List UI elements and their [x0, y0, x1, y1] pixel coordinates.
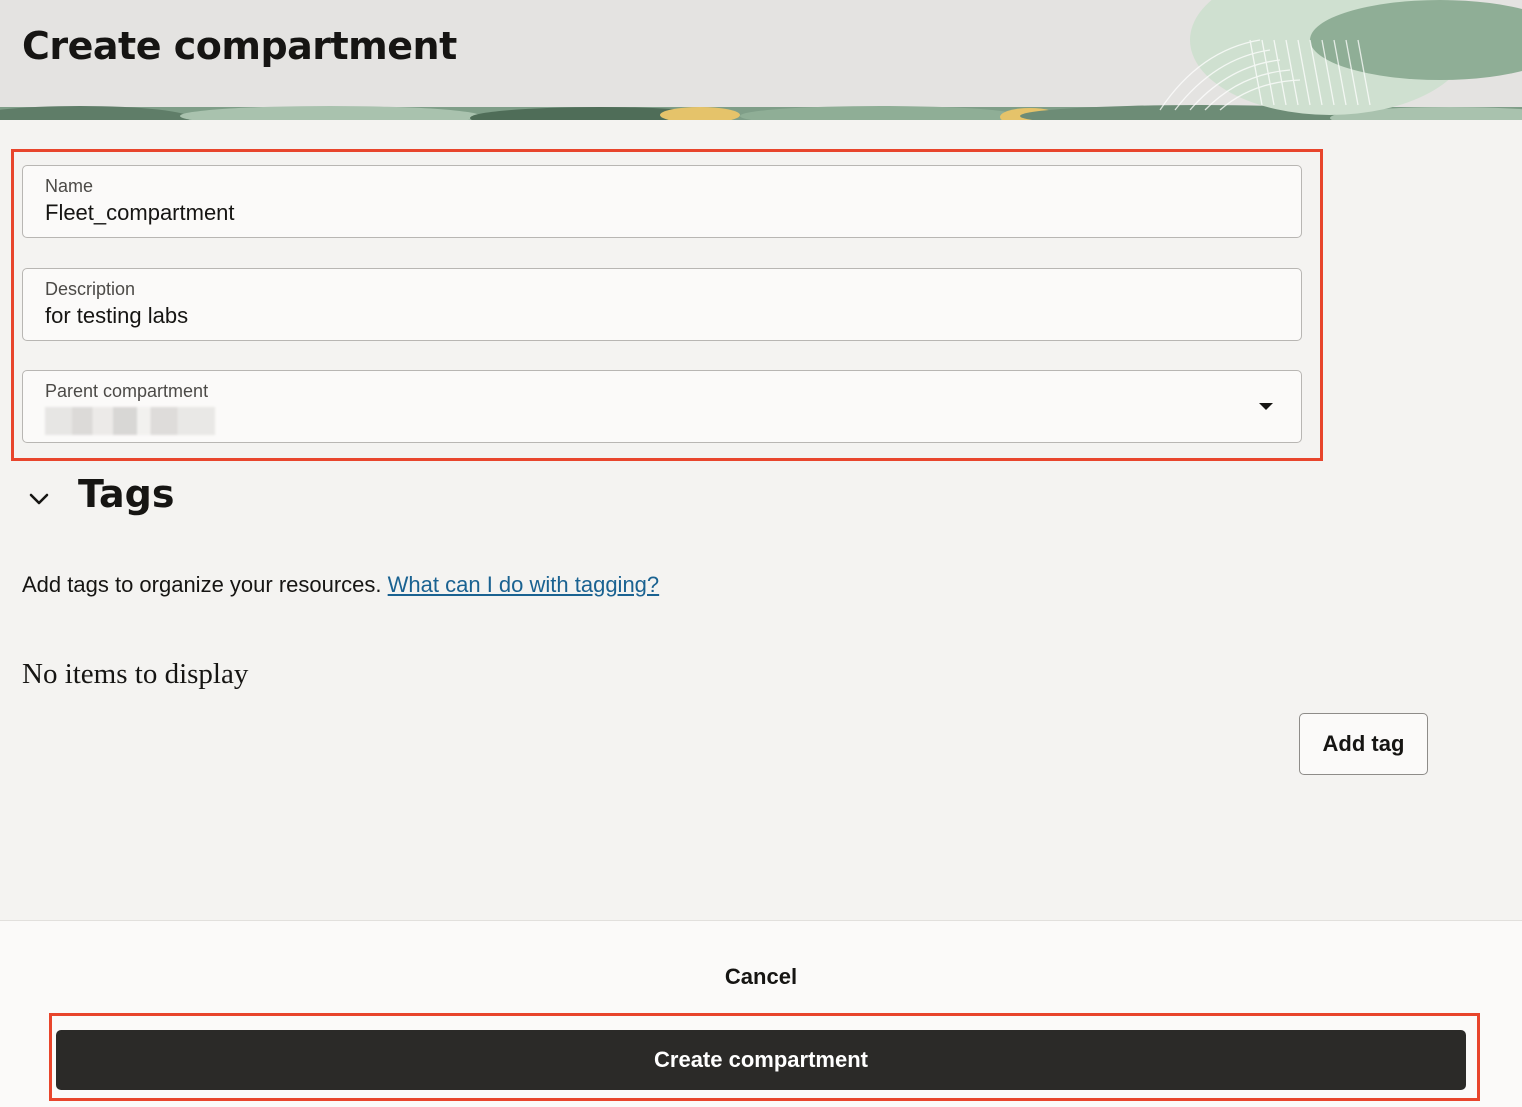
caret-down-icon[interactable]: [1259, 403, 1273, 410]
tags-description-text: Add tags to organize your resources.: [22, 572, 382, 597]
description-field[interactable]: Description for testing labs: [22, 268, 1302, 341]
description-field-value[interactable]: for testing labs: [45, 303, 188, 329]
chevron-down-icon[interactable]: [26, 486, 52, 512]
name-field-value[interactable]: Fleet_compartment: [45, 200, 235, 226]
tags-heading: Tags: [78, 472, 175, 516]
description-field-label: Description: [45, 279, 136, 299]
parent-compartment-select[interactable]: Parent compartment: [22, 370, 1302, 443]
name-field-label: Name: [45, 176, 94, 196]
page-header: Create compartment: [0, 0, 1522, 120]
tags-empty-message: No items to display: [22, 658, 249, 690]
add-tag-button[interactable]: Add tag: [1299, 713, 1428, 775]
parent-compartment-value-redacted: [45, 407, 215, 435]
name-field[interactable]: Name Fleet_compartment: [22, 165, 1302, 238]
parent-compartment-label: Parent compartment: [45, 381, 209, 401]
page-title: Create compartment: [22, 24, 457, 68]
create-compartment-button[interactable]: Create compartment: [56, 1030, 1466, 1090]
tagging-help-link[interactable]: What can I do with tagging?: [388, 572, 660, 597]
tags-description: Add tags to organize your resources. Wha…: [22, 572, 659, 598]
cancel-button[interactable]: Cancel: [661, 957, 861, 997]
